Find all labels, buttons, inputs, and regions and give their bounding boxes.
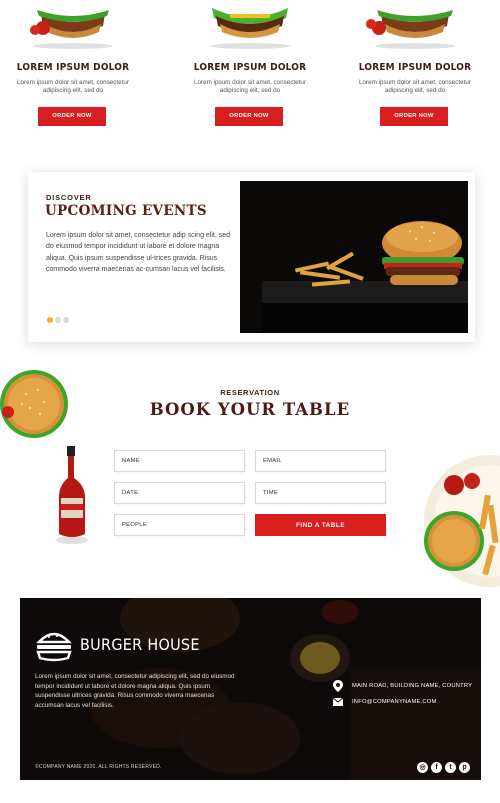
order-now-button[interactable]: ORDER NOW [215,107,283,126]
find-a-table-button[interactable]: FIND A TABLE [255,514,386,536]
burger-image [210,8,290,49]
pinterest-icon[interactable]: p [459,762,470,773]
slider-dot-2[interactable] [55,317,61,323]
order-now-button[interactable]: ORDER NOW [38,107,106,126]
instagram-icon[interactable]: ◎ [417,762,428,773]
slider-dots [47,317,69,323]
time-input[interactable] [255,482,386,504]
date-input[interactable] [114,482,245,504]
social-links: ◎ f t p [417,762,470,773]
email-input[interactable] [255,450,386,472]
mail-icon [333,698,343,706]
product-description: Lorem ipsum dolor sit amet, consectetur … [17,79,129,94]
burger-image [366,10,455,49]
footer: BURGER HOUSE Lorem ipsum dolor sit amet,… [20,598,481,780]
burger-plate-image [424,455,500,587]
product-title: LOREM IPSUM DOLOR [193,62,307,73]
hot-sauce-bottle-image [56,446,88,544]
reservation-kicker: RESERVATION [220,388,280,397]
footer-address: MAIN ROAD, BUILDING NAME, COUNTRY [333,680,472,692]
slider-dot-1[interactable] [47,317,53,323]
footer-description: Lorem ipsum dolor sit amet, consectetur … [35,673,235,709]
product-title: LOREM IPSUM DOLOR [358,62,472,73]
slider-dot-3[interactable] [63,317,69,323]
name-input[interactable] [114,450,245,472]
events-kicker: DISCOVER [46,193,92,202]
product-row: LOREM IPSUM DOLOR Lorem ipsum dolor sit … [0,0,500,140]
product-title: LOREM IPSUM DOLOR [16,62,130,73]
facebook-icon[interactable]: f [431,762,442,773]
product-description: Lorem ipsum dolor sit amet, consectetur … [359,79,471,94]
product-description: Lorem ipsum dolor sit amet, consectetur … [194,79,306,94]
reservation-title: BOOK YOUR TABLE [149,400,351,419]
footer-address-text: MAIN ROAD, BUILDING NAME, COUNTRY [352,683,473,689]
footer-brand: BURGER HOUSE [80,635,200,654]
people-input[interactable] [114,514,245,536]
twitter-icon[interactable]: t [445,762,456,773]
footer-email-text[interactable]: INFO@COMPANYNAME.COM [352,699,437,705]
burger-logo-icon [36,632,72,662]
burger-image [30,10,113,49]
events-heading: UPCOMING EVENTS [45,203,207,219]
location-pin-icon [333,680,343,692]
events-body: Lorem ipsum dolor sit amet, consectetur … [46,232,231,273]
burger-fries-photo [240,181,468,333]
footer-email[interactable]: INFO@COMPANYNAME.COM [333,698,437,706]
events-card: DISCOVER UPCOMING EVENTS Lorem ipsum dol… [28,172,475,342]
copyright: ©COMPANY NAME 2020. ALL RIGHTS RESERVED. [35,764,162,770]
order-now-button[interactable]: ORDER NOW [380,107,448,126]
